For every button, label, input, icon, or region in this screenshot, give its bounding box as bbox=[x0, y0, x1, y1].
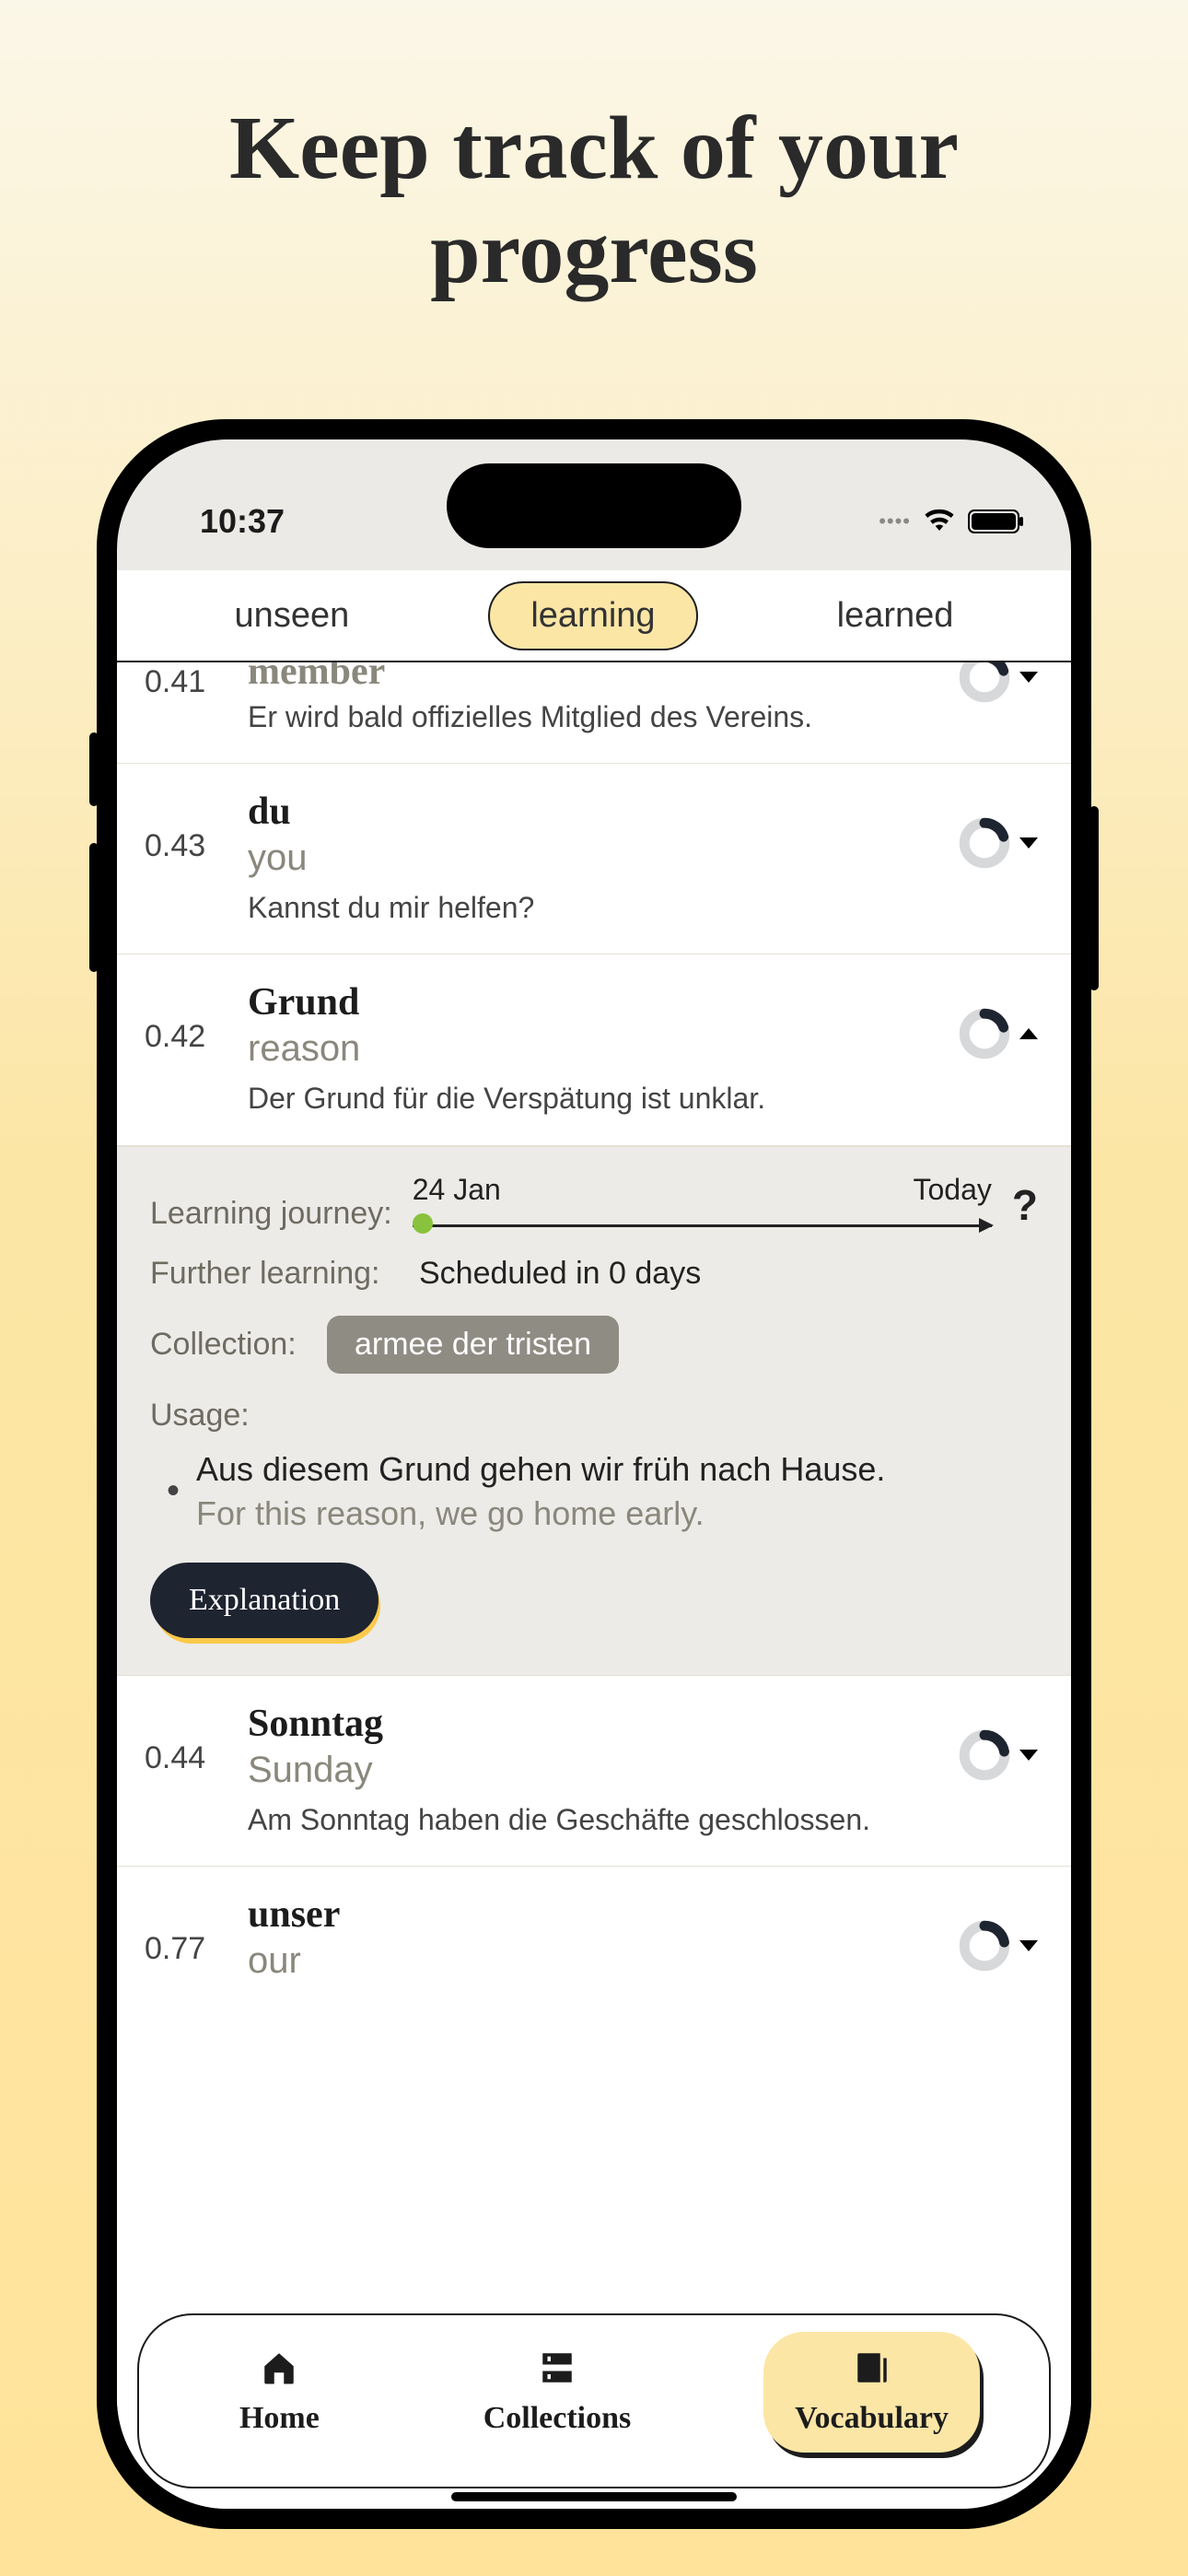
dynamic-island bbox=[447, 463, 741, 548]
further-learning-value: Scheduled in 0 days bbox=[419, 1256, 701, 1292]
collection-label: Collection: bbox=[150, 1327, 307, 1363]
vocabulary-list[interactable]: 0.41 member Er wird bald offizielles Mit… bbox=[117, 662, 1071, 2509]
collection-chip[interactable]: armee der tristen bbox=[327, 1316, 619, 1374]
bottom-navigation: Home Collections Vocabulary bbox=[137, 2313, 1051, 2488]
explanation-button[interactable]: Explanation bbox=[150, 1563, 379, 1638]
chevron-down-icon[interactable] bbox=[1019, 837, 1038, 849]
wifi-icon bbox=[924, 508, 955, 536]
example-sentence: Der Grund für die Verspätung ist unklar. bbox=[248, 1079, 940, 1118]
screen: 10:37 •••• unseen learning learned 0.41 … bbox=[117, 439, 1071, 2509]
vocabulary-row[interactable]: 0.77 unser our bbox=[117, 1867, 1071, 2017]
help-icon[interactable]: ? bbox=[1012, 1180, 1038, 1232]
further-learning-label: Further learning: bbox=[150, 1256, 399, 1292]
score-value: 0.77 bbox=[145, 1892, 229, 1967]
progress-ring-icon bbox=[959, 1920, 1010, 1972]
home-icon bbox=[260, 2348, 298, 2395]
word-native: Sonntag bbox=[248, 1702, 940, 1746]
example-sentence: Er wird bald offizielles Mitglied des Ve… bbox=[248, 697, 940, 737]
chevron-up-icon[interactable] bbox=[1019, 1028, 1038, 1039]
usage-sentence-native: Aus diesem Grund gehen wir früh nach Hau… bbox=[196, 1450, 885, 1489]
page-heading: Keep track of your progress bbox=[0, 0, 1188, 304]
word-native: Grund bbox=[248, 980, 940, 1025]
vocabulary-tabs: unseen learning learned bbox=[117, 570, 1071, 662]
word-native: member bbox=[248, 662, 940, 694]
journey-marker-icon bbox=[413, 1213, 433, 1234]
score-value: 0.43 bbox=[145, 790, 229, 864]
status-time: 10:37 bbox=[200, 502, 285, 541]
word-translation: reason bbox=[248, 1028, 940, 1070]
home-indicator[interactable] bbox=[451, 2492, 737, 2501]
tab-learned[interactable]: learned bbox=[797, 583, 995, 649]
progress-ring-icon bbox=[959, 1729, 1010, 1781]
tray-icon bbox=[538, 2348, 577, 2395]
chevron-down-icon[interactable] bbox=[1019, 1940, 1038, 1951]
battery-icon bbox=[968, 509, 1019, 533]
phone-frame: 10:37 •••• unseen learning learned 0.41 … bbox=[97, 419, 1091, 2529]
word-translation: our bbox=[248, 1940, 940, 1982]
cellular-dots-icon: •••• bbox=[879, 509, 911, 533]
side-button bbox=[89, 843, 99, 972]
vocabulary-detail-panel: Learning journey: 24 Jan Today ? Further… bbox=[117, 1146, 1071, 1676]
nav-home[interactable]: Home bbox=[208, 2332, 351, 2453]
nav-vocabulary[interactable]: Vocabulary bbox=[763, 2332, 980, 2453]
chevron-down-icon[interactable] bbox=[1019, 1750, 1038, 1761]
side-button bbox=[89, 732, 99, 806]
example-sentence: Am Sonntag haben die Geschäfte geschloss… bbox=[248, 1800, 940, 1840]
side-button bbox=[1089, 806, 1099, 990]
word-translation: Sunday bbox=[248, 1750, 940, 1791]
vocabulary-row[interactable]: 0.44 Sonntag Sunday Am Sonntag haben die… bbox=[117, 1676, 1071, 1867]
tab-unseen[interactable]: unseen bbox=[194, 583, 390, 649]
score-value: 0.44 bbox=[145, 1702, 229, 1776]
nav-label: Home bbox=[239, 2401, 320, 2436]
chevron-down-icon[interactable] bbox=[1019, 672, 1038, 683]
journey-track: 24 Jan Today bbox=[413, 1173, 992, 1232]
usage-label: Usage: bbox=[150, 1398, 1038, 1434]
word-translation: you bbox=[248, 837, 940, 879]
bullet-icon: • bbox=[167, 1450, 180, 1533]
progress-ring-icon bbox=[959, 1008, 1010, 1060]
vocabulary-row[interactable]: 0.43 du you Kannst du mir helfen? bbox=[117, 764, 1071, 954]
progress-ring-icon bbox=[959, 662, 1010, 703]
score-value: 0.41 bbox=[145, 662, 229, 700]
journey-end-date: Today bbox=[914, 1173, 992, 1207]
journey-start-date: 24 Jan bbox=[413, 1173, 501, 1207]
example-sentence: Kannst du mir helfen? bbox=[248, 888, 940, 928]
usage-example: • Aus diesem Grund gehen wir früh nach H… bbox=[150, 1450, 1038, 1533]
word-native: du bbox=[248, 790, 940, 834]
nav-label: Collections bbox=[483, 2401, 632, 2436]
progress-ring-icon bbox=[959, 817, 1010, 869]
nav-label: Vocabulary bbox=[795, 2401, 949, 2436]
score-value: 0.42 bbox=[145, 980, 229, 1055]
journey-label: Learning journey: bbox=[150, 1196, 392, 1232]
news-icon bbox=[853, 2348, 891, 2395]
vocabulary-row[interactable]: 0.42 Grund reason Der Grund für die Vers… bbox=[117, 954, 1071, 1145]
usage-sentence-translation: For this reason, we go home early. bbox=[196, 1494, 885, 1533]
nav-collections[interactable]: Collections bbox=[452, 2332, 663, 2453]
word-native: unser bbox=[248, 1892, 940, 1937]
vocabulary-row[interactable]: 0.41 member Er wird bald offizielles Mit… bbox=[117, 662, 1071, 764]
tab-learning[interactable]: learning bbox=[488, 581, 697, 650]
